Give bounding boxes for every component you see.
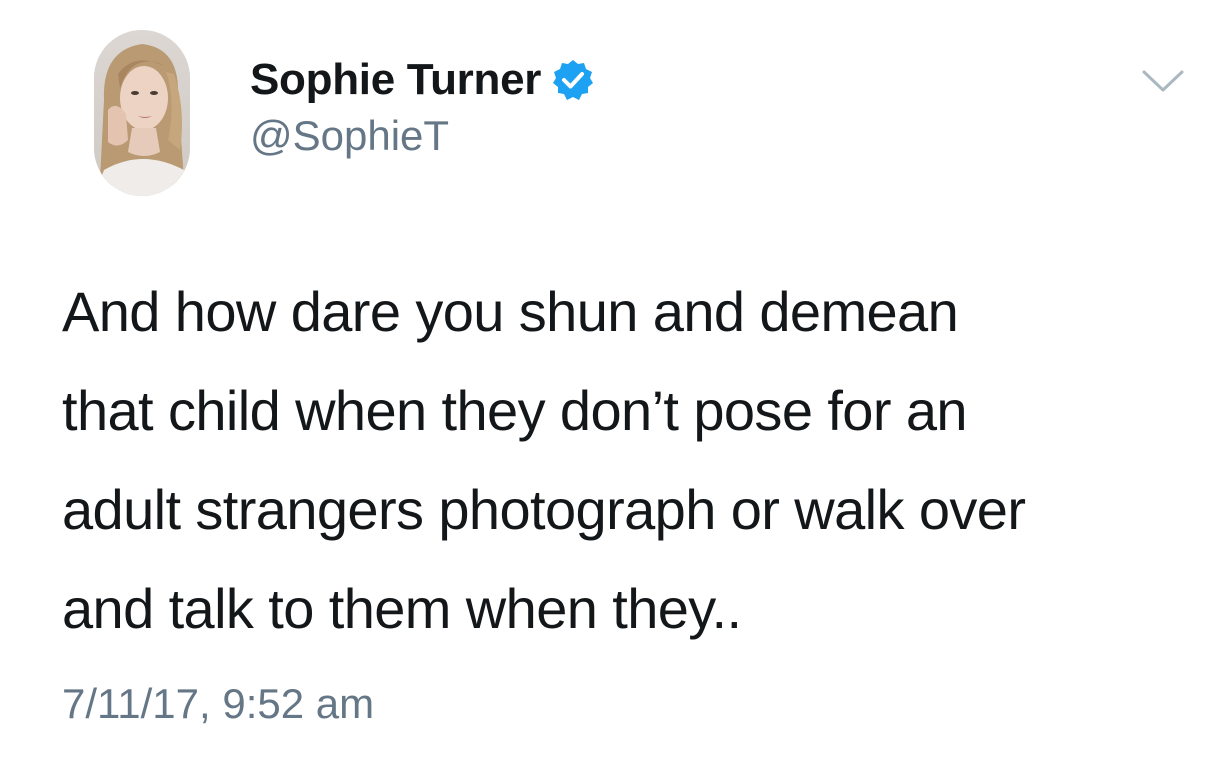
verified-badge-icon xyxy=(551,58,595,102)
tweet-text-line: And how dare you shun and demean xyxy=(62,280,959,343)
tweet-card: Sophie Turner @SophieT And how dare you … xyxy=(0,0,1216,769)
author-row: Sophie Turner xyxy=(250,52,595,108)
author-handle[interactable]: @SophieT xyxy=(250,112,449,160)
display-name[interactable]: Sophie Turner xyxy=(250,55,541,105)
tweet-text-line: that child when they don’t pose for an xyxy=(62,379,968,442)
tweet-text-line: and talk to them when they.. xyxy=(62,577,742,640)
chevron-down-icon[interactable] xyxy=(1140,66,1186,96)
tweet-text-line: adult strangers photograph or walk over xyxy=(62,478,1026,541)
tweet-timestamp[interactable]: 7/11/17, 9:52 am xyxy=(62,680,374,728)
avatar[interactable] xyxy=(94,30,190,196)
tweet-text: And how dare you shun and demean that ch… xyxy=(62,262,1192,658)
avatar-photo xyxy=(94,30,190,196)
